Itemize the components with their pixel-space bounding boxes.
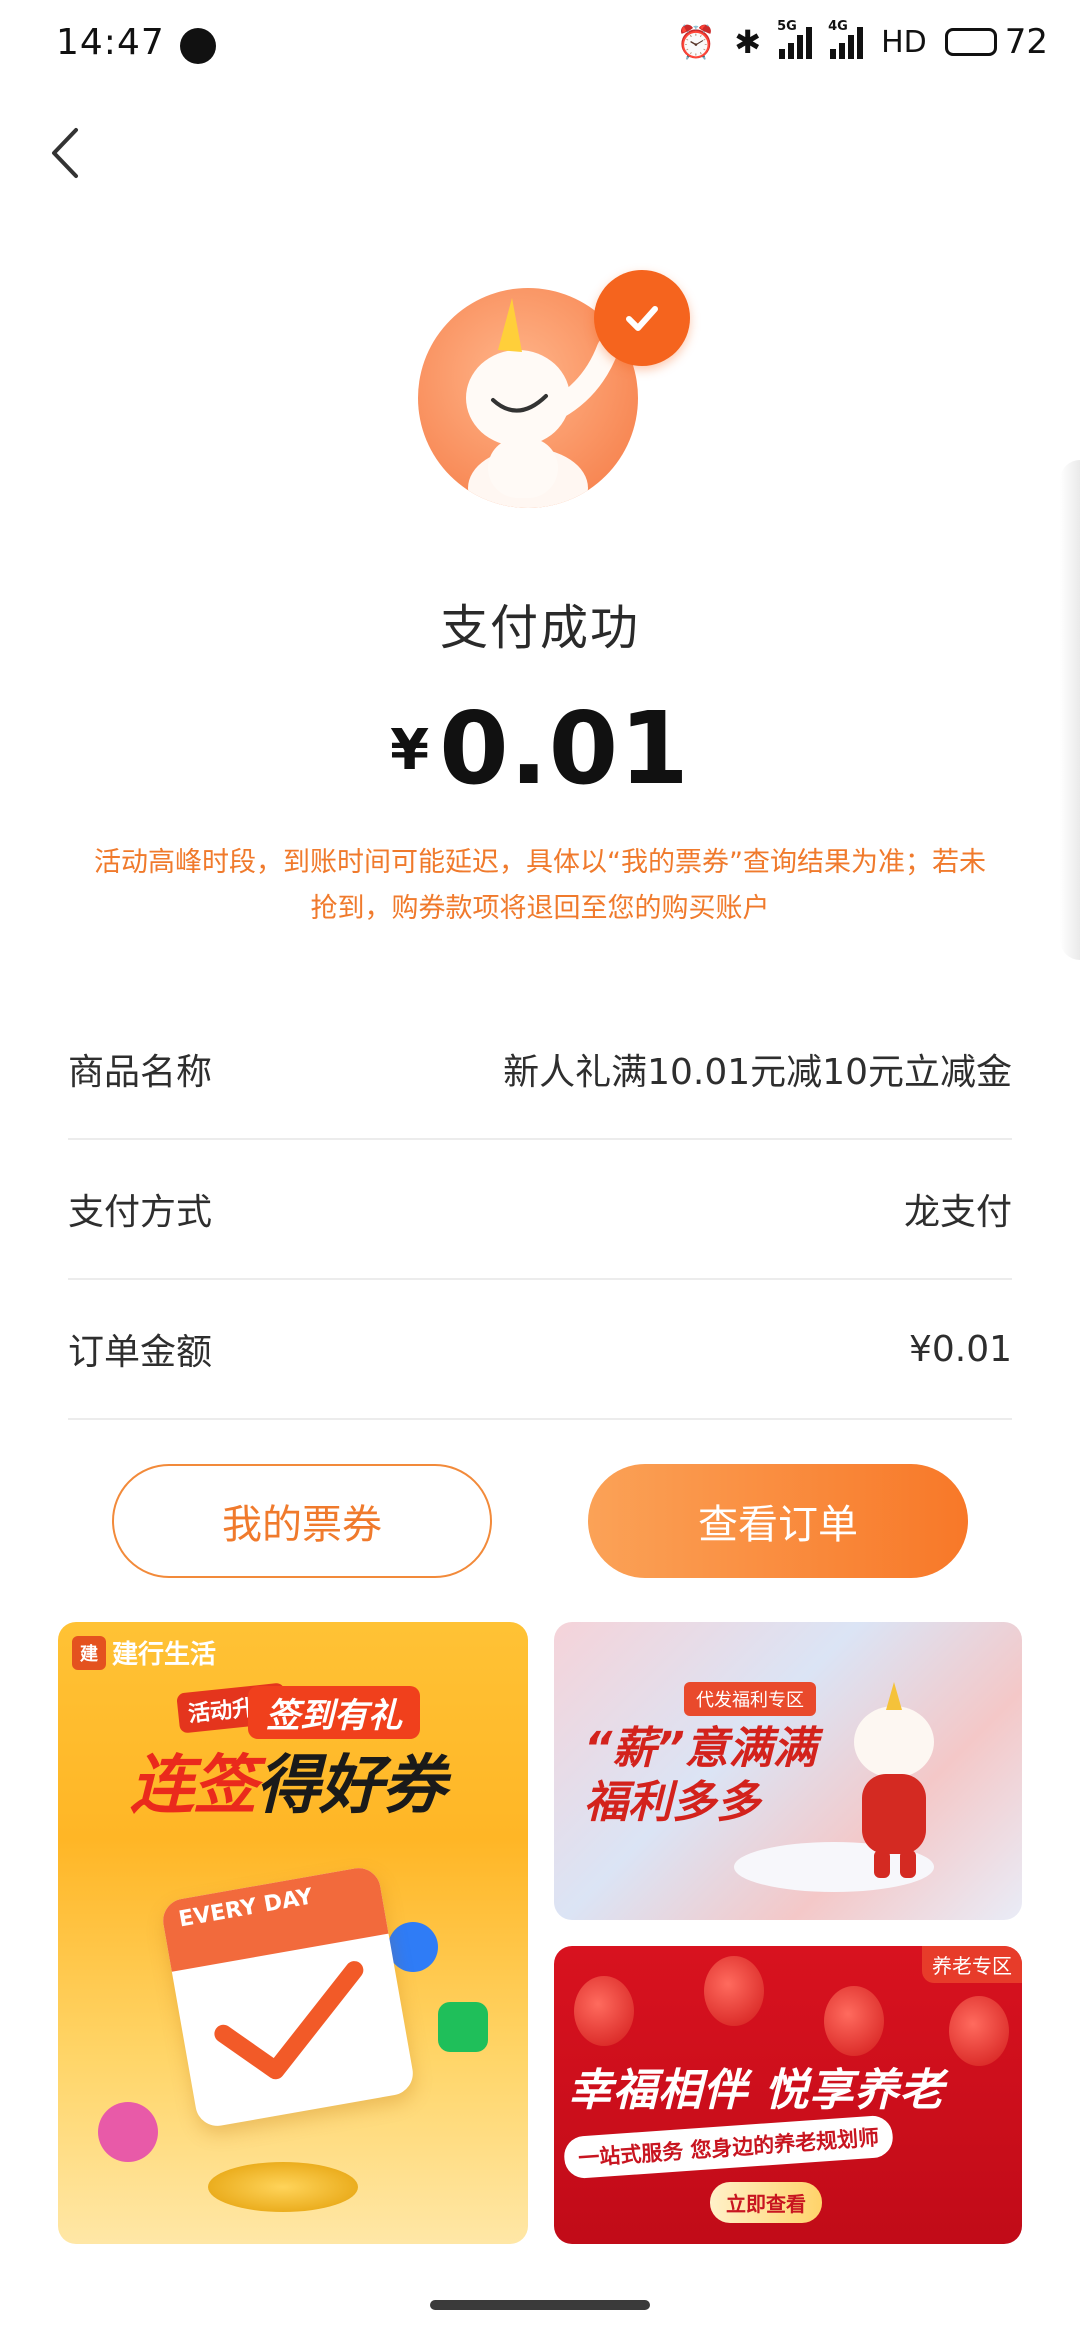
battery-icon — [944, 28, 997, 56]
status-time: 14:47 — [56, 22, 165, 63]
elderly-cta-button[interactable]: 立即查看 — [710, 2182, 822, 2223]
banner-payroll-benefits[interactable]: 代发福利专区 “薪”意满满 福利多多 — [554, 1622, 1022, 1920]
status-bar: 14:47 ⏰ ✱ 5G 4G HD 72 — [0, 0, 1080, 90]
mascot-illustration — [854, 1682, 934, 1878]
signal-5g-icon: 5G — [777, 19, 813, 59]
brand-name: 建行生活 — [112, 1640, 217, 1670]
network-5g-label: 5G — [777, 19, 797, 34]
payment-notice: 活动高峰时段，到账时间可能延迟，具体以“我的票券”查询结果为准；若未抢到，购券款… — [94, 847, 986, 924]
notification-dot-icon — [180, 28, 216, 64]
payment-status-title: 支付成功 — [439, 600, 640, 656]
decor-bubble — [438, 2002, 488, 2052]
success-mascot-illustration — [418, 260, 690, 508]
brand-logo-icon: 建 — [72, 1635, 106, 1670]
view-order-button[interactable]: 查看订单 — [588, 1464, 968, 1578]
detail-value: ¥0.01 — [908, 1328, 1012, 1370]
lantern-icon — [824, 1986, 884, 2056]
brand-label: 建 建行生活 — [72, 1634, 216, 1671]
payment-amount: ¥0.01 — [0, 690, 1080, 807]
elderly-zone-tag: 养老专区 — [922, 1946, 1022, 1983]
headline-black: 得好券 — [256, 1749, 446, 1823]
lantern-icon — [574, 1976, 634, 2046]
lantern-icon — [949, 1996, 1009, 2066]
chevron-left-icon — [52, 128, 78, 178]
network-4g-label: 4G — [828, 19, 848, 34]
home-indicator[interactable] — [430, 2300, 650, 2310]
amount-value: 0.01 — [439, 690, 690, 807]
battery-level: 72 — [1004, 22, 1048, 62]
battery-indicator: 72 — [944, 22, 1048, 62]
back-button[interactable] — [30, 118, 100, 188]
my-tickets-button[interactable]: 我的票券 — [112, 1464, 492, 1578]
detail-key: 支付方式 — [68, 1192, 213, 1233]
payroll-headline: “薪”意满满 福利多多 — [584, 1722, 817, 1830]
lantern-icon — [704, 1956, 764, 2026]
signal-4g-icon: 4G — [828, 19, 864, 59]
detail-row-product: 商品名称 新人礼满10.01元减10元立减金 — [68, 1000, 1012, 1140]
calendar-illustration: EVERY DAY — [159, 1864, 417, 2130]
currency-symbol: ¥ — [390, 718, 430, 783]
banner-headline: 连签得好券 — [130, 1734, 446, 1826]
status-icons: ⏰ ✱ 5G 4G HD 72 — [676, 19, 1048, 62]
success-check-icon — [594, 270, 690, 366]
decor-bubble — [388, 1922, 438, 1972]
headline-red: 连签 — [130, 1749, 257, 1823]
alarm-icon: ⏰ — [676, 23, 717, 61]
banner-sign-in-rewards[interactable]: 建 建行生活 活动升级 签到有礼 连签得好券 EVERY DAY — [58, 1622, 528, 2244]
banner-elderly-care[interactable]: 养老专区 幸福相伴 悦享养老 一站式服务 您身边的养老规划师 立即查看 — [554, 1946, 1022, 2244]
coins-illustration — [208, 2162, 358, 2212]
hd-indicator: HD — [881, 24, 927, 60]
detail-row-payment-method: 支付方式 龙支付 — [68, 1140, 1012, 1280]
decor-bubble — [98, 2102, 158, 2162]
bluetooth-icon: ✱ — [734, 23, 762, 61]
detail-row-order-amount: 订单金额 ¥0.01 — [68, 1280, 1012, 1420]
checkmark-icon — [214, 1961, 364, 2080]
payroll-headline-line1: “薪”意满满 — [584, 1723, 817, 1774]
edge-swipe-handle[interactable] — [1060, 460, 1080, 960]
detail-key: 商品名称 — [68, 1052, 213, 1093]
detail-key: 订单金额 — [68, 1332, 213, 1373]
detail-value: 新人礼满10.01元减10元立减金 — [503, 1052, 1012, 1093]
detail-value: 龙支付 — [903, 1192, 1012, 1233]
payroll-zone-tag: 代发福利专区 — [684, 1682, 816, 1716]
sign-in-gift-label: 签到有礼 — [248, 1686, 420, 1739]
calendar-header: EVERY DAY — [159, 1864, 389, 1972]
elderly-subtitle: 一站式服务 您身边的养老规划师 — [562, 2114, 895, 2180]
payroll-headline-line2: 福利多多 — [584, 1777, 760, 1828]
elderly-headline: 幸福相伴 悦享养老 — [568, 2065, 945, 2116]
